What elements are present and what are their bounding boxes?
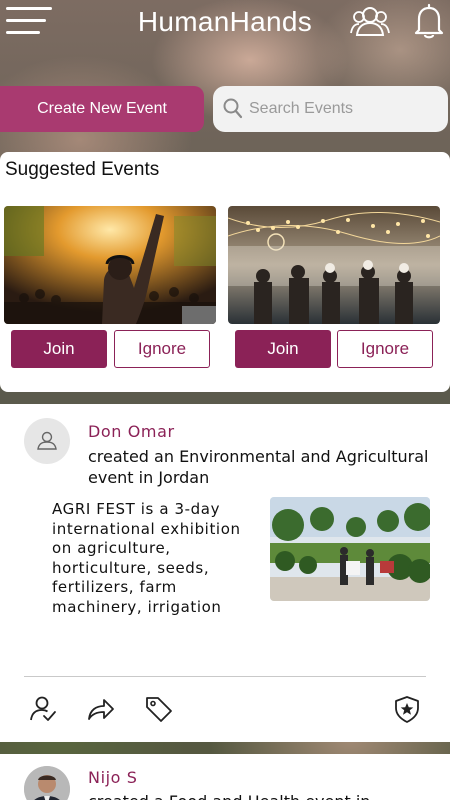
feed-post: Nijo S created a Food and Health event i… — [0, 754, 450, 800]
search-events-input[interactable] — [249, 86, 439, 132]
feed-post: Don Omar created an Environmental and Ag… — [0, 404, 450, 742]
create-new-event-button[interactable]: Create New Event — [0, 86, 204, 132]
post-author-name[interactable]: Nijo S — [88, 768, 138, 787]
shield-star-icon[interactable] — [392, 694, 422, 724]
notification-bell-icon[interactable] — [413, 2, 445, 40]
avatar[interactable] — [24, 418, 70, 464]
tag-icon[interactable] — [144, 694, 174, 724]
concert-crowd-photo[interactable] — [4, 206, 216, 324]
divider — [24, 676, 426, 677]
party-string-lights-photo[interactable] — [228, 206, 440, 324]
join-event-2-button[interactable]: Join — [235, 330, 331, 368]
user-icon — [37, 431, 57, 450]
ignore-event-1-button[interactable]: Ignore — [114, 330, 210, 368]
top-bar: HumanHands — [0, 0, 450, 50]
search-box[interactable] — [213, 86, 448, 132]
plant-market-photo[interactable] — [270, 497, 430, 601]
hamburger-menu-icon[interactable] — [6, 6, 52, 36]
suggested-events-card: Suggested Events Join Ignore Join Ignore — [0, 152, 450, 392]
users-icon[interactable] — [350, 4, 390, 38]
search-icon — [223, 98, 243, 119]
post-author-name[interactable]: Don Omar — [88, 422, 175, 441]
user-check-icon[interactable] — [28, 694, 58, 724]
ignore-event-2-button[interactable]: Ignore — [337, 330, 433, 368]
suggested-events-title: Suggested Events — [5, 159, 160, 180]
avatar[interactable] — [24, 766, 70, 800]
join-event-1-button[interactable]: Join — [11, 330, 107, 368]
share-icon[interactable] — [86, 694, 116, 724]
post-description: AGRI FEST is a 3-day international exhib… — [52, 500, 241, 616]
post-action-text: created an Environmental and Agricultura… — [88, 447, 429, 487]
post-action-text: created a Food and Health event in — [88, 792, 370, 800]
